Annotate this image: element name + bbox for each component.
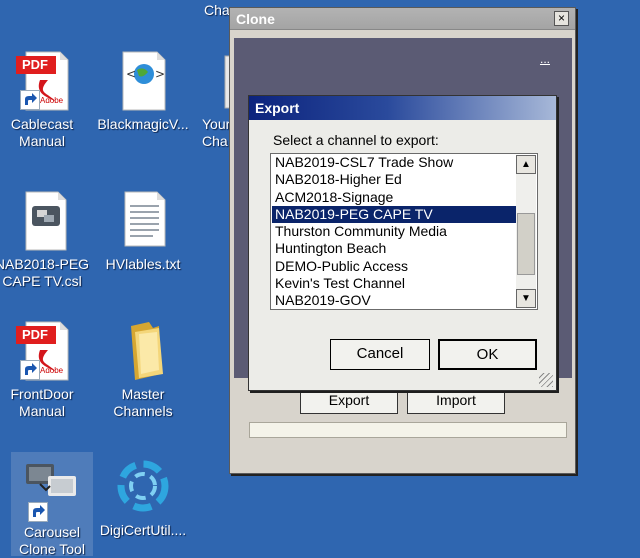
channel-list-items: NAB2019-CSL7 Trade Show NAB2018-Higher Ed…: [272, 154, 516, 310]
clone-title: Clone: [236, 11, 275, 27]
shortcut-arrow-icon: [28, 502, 48, 522]
desktop-icon-label: Cablecast Manual: [10, 116, 74, 149]
channel-list-item[interactable]: Kevin's Test Channel: [272, 275, 516, 292]
channel-list-item[interactable]: ACM2018-Signage: [272, 189, 516, 206]
app-icon: [22, 456, 82, 522]
desktop-icon-nab2018-peg[interactable]: NAB2018-PEG CAPE TV.csl: [0, 190, 90, 290]
desktop-icon-label: Carousel Clone Tool: [19, 524, 85, 557]
channel-list-item[interactable]: NAB2019-PEG CAPE TV: [272, 205, 516, 224]
adobe-label: Adobe: [40, 96, 64, 105]
export-title: Export: [255, 100, 300, 116]
adobe-label: Adobe: [40, 366, 64, 375]
svg-text:>: >: [155, 67, 165, 81]
channel-list-item[interactable]: Huntington Beach: [272, 240, 516, 257]
svg-text:<: <: [126, 67, 136, 81]
pdf-badge: PDF: [22, 57, 48, 72]
channel-list-item[interactable]: NAB2019-GOV: [272, 292, 516, 309]
desktop-icon-frontdoor-manual[interactable]: PDF Adobe FrontDoor Manual: [0, 320, 90, 420]
desktop-icon-label: HVlables.txt: [105, 256, 181, 272]
desktop-icon-blackmagic[interactable]: < > BlackmagicV...: [95, 50, 191, 133]
shortcut-arrow-icon: [20, 90, 40, 110]
resize-grip-icon[interactable]: [539, 373, 553, 387]
channel-list-item[interactable]: Thurston Community Media: [272, 223, 516, 240]
desktop-icon-label: FrontDoor Manual: [10, 386, 74, 419]
scroll-down-icon[interactable]: ▼: [516, 289, 536, 308]
close-icon[interactable]: ×: [554, 11, 569, 26]
partial-desktop-label: Cha: [204, 2, 230, 18]
channel-list[interactable]: NAB2019-CSL7 Trade Show NAB2018-Higher Ed…: [270, 153, 538, 310]
csl-file-icon: [12, 190, 72, 251]
desktop-icon-label: BlackmagicV...: [97, 116, 189, 132]
ok-button[interactable]: OK: [438, 339, 537, 370]
desktop-icon-hvlables[interactable]: HVlables.txt: [95, 190, 191, 273]
desktop-icon-label: NAB2018-PEG CAPE TV.csl: [0, 256, 90, 289]
pdf-icon: PDF Adobe: [12, 320, 72, 381]
digicert-icon: [113, 456, 173, 516]
desktop-icon-carousel-clone-tool[interactable]: Carousel Clone Tool: [11, 452, 93, 557]
scroll-thumb[interactable]: [517, 213, 535, 275]
channel-list-scrollbar[interactable]: ▲ ▼: [516, 155, 536, 308]
desktop-icon-cablecast-manual[interactable]: PDF Adobe Cablecast Manual: [0, 50, 90, 150]
browse-ellipsis-button[interactable]: ...: [540, 52, 550, 66]
export-titlebar[interactable]: Export: [249, 96, 556, 120]
shortcut-arrow-icon: [20, 360, 40, 380]
clone-titlebar[interactable]: Clone ×: [230, 8, 575, 30]
desktop-icon-master-channels[interactable]: Master Channels: [95, 320, 191, 420]
pdf-icon: PDF Adobe: [12, 50, 72, 111]
pdf-badge: PDF: [22, 327, 48, 342]
channel-list-item[interactable]: NAB2019-CSL7 Trade Show: [272, 154, 516, 171]
status-field: [249, 422, 567, 438]
folder-icon: [113, 320, 173, 380]
desktop-icon-label: DigiCertUtil....: [99, 522, 187, 538]
web-file-icon: < >: [113, 50, 173, 111]
export-dialog: Export Select a channel to export: NAB20…: [248, 95, 557, 391]
channel-list-item[interactable]: NAB2018-Higher Ed: [272, 171, 516, 188]
text-file-icon: [113, 190, 173, 250]
export-prompt: Select a channel to export:: [273, 132, 439, 148]
channel-list-item[interactable]: DEMO-Public Access: [272, 258, 516, 275]
desktop-icon-digicert[interactable]: DigiCertUtil....: [95, 452, 191, 539]
scroll-up-icon[interactable]: ▲: [516, 155, 536, 174]
cancel-button[interactable]: Cancel: [330, 339, 430, 370]
desktop-icon-label: Master Channels: [113, 386, 173, 419]
